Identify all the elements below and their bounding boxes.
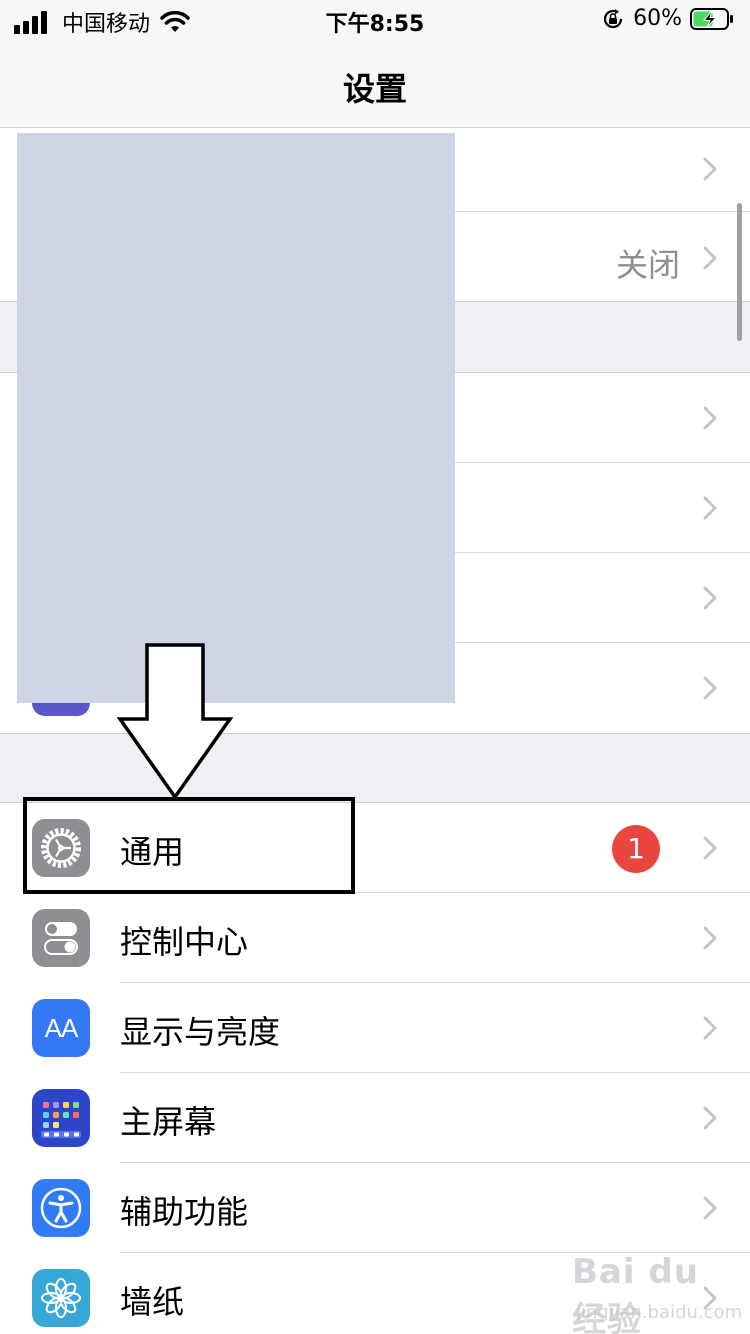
row-label-accessibility: 辅助功能	[120, 1193, 249, 1231]
highlight-box-annotation	[23, 797, 355, 894]
chevron-right-icon	[703, 1106, 717, 1130]
settings-row-display[interactable]: AA 显示与亮度	[0, 983, 750, 1073]
navigation-bar: 设置	[0, 42, 750, 128]
text-size-icon: AA	[32, 999, 90, 1057]
orientation-lock-icon	[604, 8, 623, 28]
toggle-switches-icon	[32, 909, 90, 967]
chevron-right-icon	[703, 157, 717, 181]
watermark: Bai du 经验 jingyan.baidu.com	[572, 1252, 743, 1334]
status-bar: 中国移动 下午8:55 60%	[0, 0, 750, 42]
chevron-right-icon	[703, 586, 717, 610]
home-screen-grid-icon	[32, 1089, 90, 1147]
battery-percent: 60%	[633, 6, 682, 31]
settings-row-control-center[interactable]: 控制中心	[0, 893, 750, 983]
row-label-display: 显示与亮度	[120, 1013, 281, 1051]
chevron-right-icon	[703, 676, 717, 700]
chevron-right-icon	[703, 246, 717, 270]
page-title: 设置	[342, 70, 407, 108]
settings-row-home-screen[interactable]: 主屏幕	[0, 1073, 750, 1163]
settings-row-accessibility[interactable]: 辅助功能	[0, 1163, 750, 1253]
chevron-right-icon	[703, 496, 717, 520]
row-label-home-screen: 主屏幕	[120, 1103, 217, 1141]
status-right: 60%	[601, 6, 734, 31]
chevron-right-icon	[703, 926, 717, 950]
chevron-right-icon	[703, 406, 717, 430]
watermark-site: jingyan.baidu.com	[576, 1302, 743, 1323]
row-value: 关闭	[615, 246, 680, 284]
row-label-wallpaper: 墙纸	[120, 1283, 185, 1321]
row-label-control-center: 控制中心	[120, 923, 249, 961]
scrollbar[interactable]	[737, 203, 742, 341]
accessibility-icon	[32, 1179, 90, 1237]
battery-charging-icon	[690, 7, 733, 30]
chevron-right-icon	[703, 1196, 717, 1220]
down-arrow-annotation-icon	[116, 643, 234, 801]
chevron-right-icon	[703, 836, 717, 860]
notification-badge: 1	[612, 825, 660, 873]
chevron-right-icon	[703, 1016, 717, 1040]
redaction-block	[17, 133, 455, 703]
flower-icon	[32, 1269, 90, 1327]
icon-text: AA	[44, 1012, 79, 1043]
